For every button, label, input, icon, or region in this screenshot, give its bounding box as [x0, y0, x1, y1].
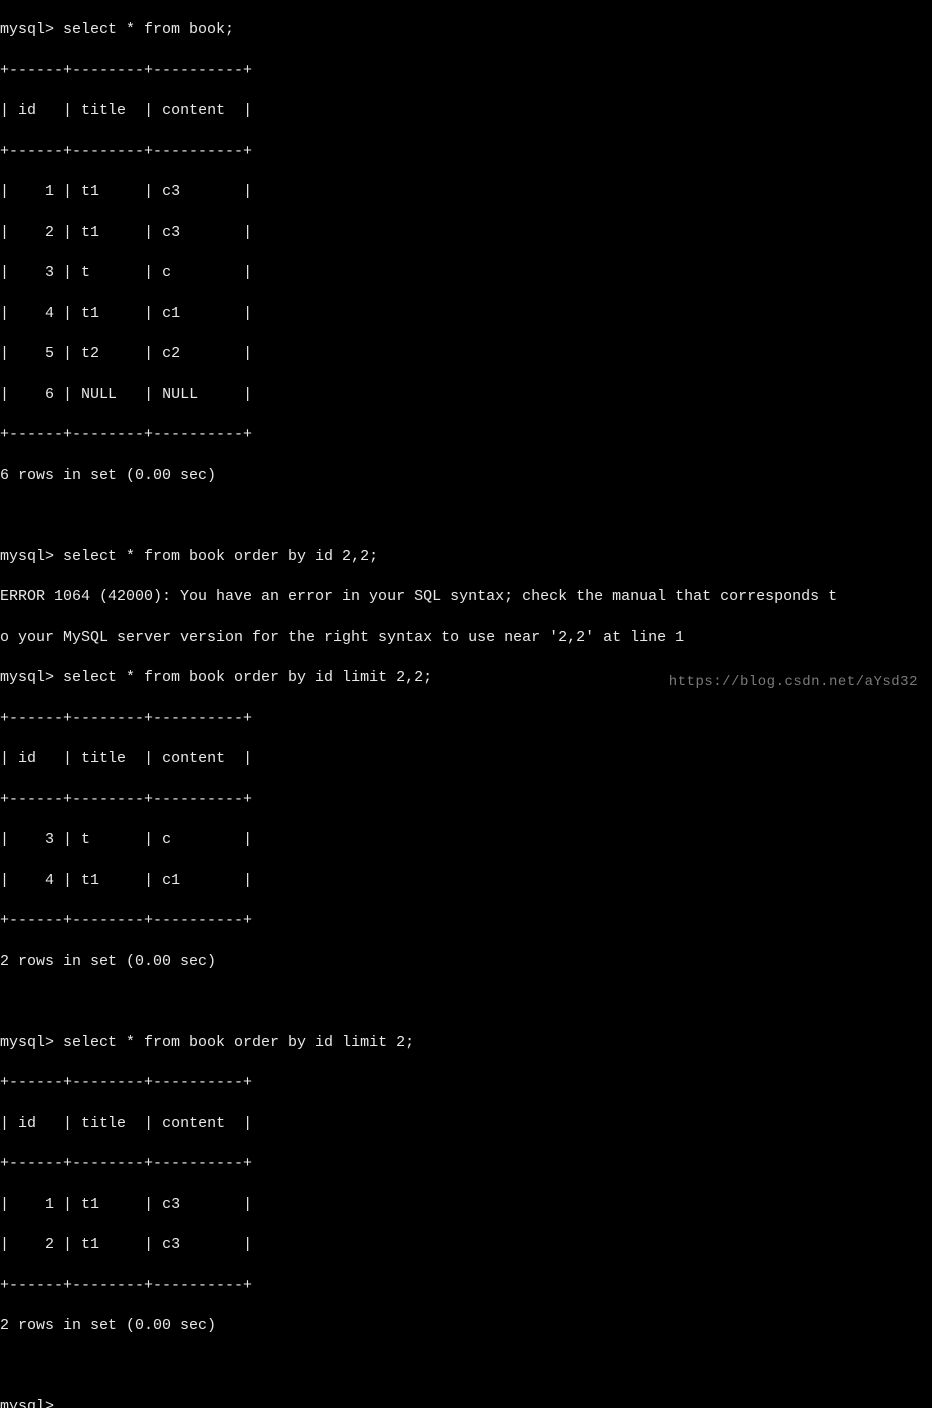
- query-line-4: mysql> select * from book order by id li…: [0, 1033, 932, 1053]
- table-row: | 4 | t1 | c1 |: [0, 871, 932, 891]
- table-row: | 3 | t | c |: [0, 263, 932, 283]
- table-border: +------+--------+----------+: [0, 61, 932, 81]
- prompt-line[interactable]: mysql>: [0, 1397, 932, 1408]
- table-header-row: | id | title | content |: [0, 101, 932, 121]
- table-border: +------+--------+----------+: [0, 1073, 932, 1093]
- table-row: | 4 | t1 | c1 |: [0, 304, 932, 324]
- rows-summary: 2 rows in set (0.00 sec): [0, 952, 932, 972]
- blank-line: [0, 992, 932, 1012]
- watermark-text: https://blog.csdn.net/aYsd32: [669, 673, 918, 692]
- table-border: +------+--------+----------+: [0, 709, 932, 729]
- query-text: select * from book;: [63, 21, 234, 38]
- table-border: +------+--------+----------+: [0, 142, 932, 162]
- table-row: | 1 | t1 | c3 |: [0, 1195, 932, 1215]
- blank-line: [0, 506, 932, 526]
- col-title: title: [81, 750, 126, 767]
- query-text: select * from book order by id limit 2;: [63, 1034, 414, 1051]
- rows-summary: 2 rows in set (0.00 sec): [0, 1316, 932, 1336]
- table-header-row: | id | title | content |: [0, 1114, 932, 1134]
- col-title: title: [81, 102, 126, 119]
- terminal-output: mysql> select * from book; +------+-----…: [0, 0, 932, 1408]
- prompt: mysql>: [0, 21, 63, 38]
- table-row: | 2 | t1 | c3 |: [0, 1235, 932, 1255]
- table-border: +------+--------+----------+: [0, 425, 932, 445]
- col-content: content: [162, 750, 225, 767]
- table-border: +------+--------+----------+: [0, 911, 932, 931]
- blank-line: [0, 1357, 932, 1377]
- col-id: id: [18, 102, 36, 119]
- error-line: o your MySQL server version for the righ…: [0, 628, 932, 648]
- col-id: id: [18, 1115, 36, 1132]
- query-line-1: mysql> select * from book;: [0, 20, 932, 40]
- table-row: | 2 | t1 | c3 |: [0, 223, 932, 243]
- table-row: | 1 | t1 | c3 |: [0, 182, 932, 202]
- query-text: select * from book order by id limit 2,2…: [63, 669, 432, 686]
- table-border: +------+--------+----------+: [0, 790, 932, 810]
- rows-summary: 6 rows in set (0.00 sec): [0, 466, 932, 486]
- query-text: select * from book order by id 2,2;: [63, 548, 378, 565]
- query-line-2: mysql> select * from book order by id 2,…: [0, 547, 932, 567]
- table-row: | 5 | t2 | c2 |: [0, 344, 932, 364]
- table-border: +------+--------+----------+: [0, 1154, 932, 1174]
- table-header-row: | id | title | content |: [0, 749, 932, 769]
- prompt: mysql>: [0, 1398, 63, 1408]
- col-title: title: [81, 1115, 126, 1132]
- prompt: mysql>: [0, 669, 63, 686]
- table-row: | 6 | NULL | NULL |: [0, 385, 932, 405]
- prompt: mysql>: [0, 548, 63, 565]
- prompt: mysql>: [0, 1034, 63, 1051]
- col-content: content: [162, 1115, 225, 1132]
- table-row: | 3 | t | c |: [0, 830, 932, 850]
- table-border: +------+--------+----------+: [0, 1276, 932, 1296]
- error-line: ERROR 1064 (42000): You have an error in…: [0, 587, 932, 607]
- col-content: content: [162, 102, 225, 119]
- col-id: id: [18, 750, 36, 767]
